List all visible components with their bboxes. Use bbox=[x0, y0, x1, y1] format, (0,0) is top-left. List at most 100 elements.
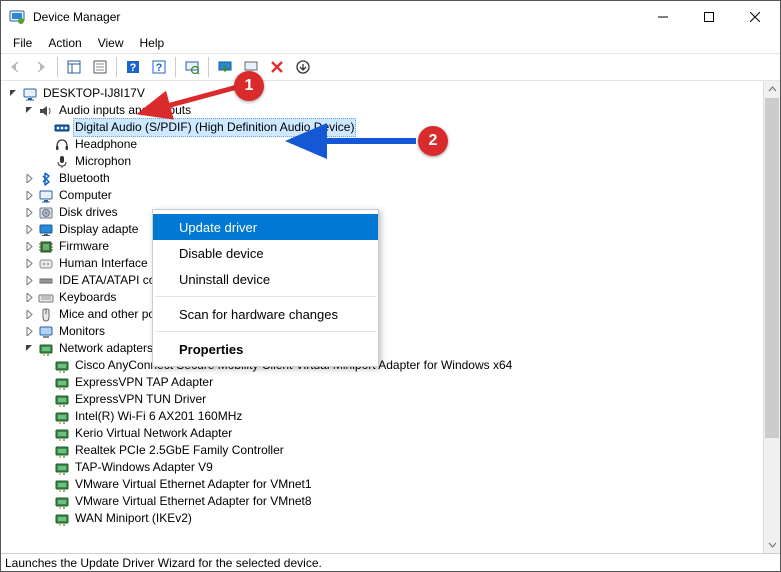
scroll-track[interactable] bbox=[764, 98, 780, 536]
tree-category-keyboards[interactable]: Keyboards bbox=[3, 289, 763, 306]
uninstall-button[interactable] bbox=[239, 55, 263, 79]
tree-category-network[interactable]: Network adapters bbox=[3, 340, 763, 357]
device-label: VMware Virtual Ethernet Adapter for VMne… bbox=[73, 493, 314, 510]
microphone-icon bbox=[53, 154, 71, 170]
twisty-closed-icon[interactable] bbox=[21, 208, 37, 217]
tree-item-net[interactable]: WAN Miniport (IKEv2) bbox=[3, 510, 763, 527]
twisty-open-icon[interactable] bbox=[21, 106, 37, 115]
twisty-closed-icon[interactable] bbox=[21, 242, 37, 251]
tree-item-digital-audio[interactable]: Digital Audio (S/PDIF) (High Definition … bbox=[3, 119, 763, 136]
device-label: Headphone bbox=[73, 136, 139, 153]
twisty-closed-icon[interactable] bbox=[21, 225, 37, 234]
device-label: Kerio Virtual Network Adapter bbox=[73, 425, 234, 442]
help2-button[interactable]: ? bbox=[147, 55, 171, 79]
tree-item-microphone[interactable]: Microphon bbox=[3, 153, 763, 170]
update-driver-button[interactable] bbox=[213, 55, 237, 79]
scroll-up-icon[interactable] bbox=[764, 81, 780, 98]
tree-category-firmware[interactable]: Firmware bbox=[3, 238, 763, 255]
menu-help[interactable]: Help bbox=[132, 34, 173, 52]
ctx-disable-device[interactable]: Disable device bbox=[153, 240, 378, 266]
scroll-down-icon[interactable] bbox=[764, 536, 780, 553]
device-label: Realtek PCIe 2.5GbE Family Controller bbox=[73, 442, 286, 459]
tree-category-audio[interactable]: Audio inputs and outputs bbox=[3, 102, 763, 119]
tree-item-net[interactable]: ExpressVPN TAP Adapter bbox=[3, 374, 763, 391]
ctx-update-driver[interactable]: Update driver bbox=[153, 214, 378, 240]
network-icon bbox=[53, 392, 71, 408]
client-area: DESKTOP-IJ8I17V Audio inputs and outputs… bbox=[1, 81, 780, 553]
keyboard-icon bbox=[37, 290, 55, 306]
scroll-thumb[interactable] bbox=[765, 98, 779, 438]
tree-category-ide[interactable]: IDE ATA/ATAPI controllers bbox=[3, 272, 763, 289]
enable-button[interactable] bbox=[291, 55, 315, 79]
scan-hardware-button[interactable] bbox=[180, 55, 204, 79]
category-label: Network adapters bbox=[57, 340, 155, 357]
tree-item-headphone[interactable]: Headphone bbox=[3, 136, 763, 153]
tree-item-net[interactable]: Intel(R) Wi-Fi 6 AX201 160MHz bbox=[3, 408, 763, 425]
display-icon bbox=[37, 222, 55, 238]
twisty-closed-icon[interactable] bbox=[21, 293, 37, 302]
twisty-open-icon[interactable] bbox=[21, 344, 37, 353]
device-label: TAP-Windows Adapter V9 bbox=[73, 459, 215, 476]
ctx-properties[interactable]: Properties bbox=[153, 336, 378, 362]
tree-category-mice[interactable]: Mice and other pointing devices bbox=[3, 306, 763, 323]
twisty-closed-icon[interactable] bbox=[21, 327, 37, 336]
twisty-closed-icon[interactable] bbox=[21, 259, 37, 268]
network-icon bbox=[53, 375, 71, 391]
tree-category-disk[interactable]: Disk drives bbox=[3, 204, 763, 221]
device-tree[interactable]: DESKTOP-IJ8I17V Audio inputs and outputs… bbox=[1, 81, 763, 553]
tree-item-net[interactable]: VMware Virtual Ethernet Adapter for VMne… bbox=[3, 493, 763, 510]
tree-category-bluetooth[interactable]: Bluetooth bbox=[3, 170, 763, 187]
tree-item-net[interactable]: Cisco AnyConnect Secure Mobility Client … bbox=[3, 357, 763, 374]
tree-item-net[interactable]: VMware Virtual Ethernet Adapter for VMne… bbox=[3, 476, 763, 493]
minimize-button[interactable] bbox=[640, 1, 686, 33]
device-label: ExpressVPN TAP Adapter bbox=[73, 374, 215, 391]
window-title: Device Manager bbox=[33, 10, 640, 24]
tree-root[interactable]: DESKTOP-IJ8I17V bbox=[3, 85, 763, 102]
close-button[interactable] bbox=[732, 1, 778, 33]
twisty-open-icon[interactable] bbox=[5, 89, 21, 98]
maximize-button[interactable] bbox=[686, 1, 732, 33]
forward-button[interactable] bbox=[29, 55, 53, 79]
menu-file[interactable]: File bbox=[5, 34, 40, 52]
twisty-closed-icon[interactable] bbox=[21, 191, 37, 200]
network-icon bbox=[53, 511, 71, 527]
toolbar-separator bbox=[175, 57, 176, 77]
ctx-scan-hardware[interactable]: Scan for hardware changes bbox=[153, 301, 378, 327]
tree-category-display[interactable]: Display adapte bbox=[3, 221, 763, 238]
menu-action[interactable]: Action bbox=[40, 34, 89, 52]
show-hide-tree-button[interactable] bbox=[62, 55, 86, 79]
properties-button[interactable] bbox=[88, 55, 112, 79]
tree-item-net[interactable]: TAP-Windows Adapter V9 bbox=[3, 459, 763, 476]
vertical-scrollbar[interactable] bbox=[763, 81, 780, 553]
device-manager-window: Device Manager File Action View Help ? ? bbox=[0, 0, 781, 572]
tree-item-net[interactable]: Realtek PCIe 2.5GbE Family Controller bbox=[3, 442, 763, 459]
tree-item-net[interactable]: Kerio Virtual Network Adapter bbox=[3, 425, 763, 442]
back-button[interactable] bbox=[3, 55, 27, 79]
ctx-separator bbox=[155, 296, 376, 297]
device-label: Intel(R) Wi-Fi 6 AX201 160MHz bbox=[73, 408, 244, 425]
menu-view[interactable]: View bbox=[90, 34, 132, 52]
device-label: WAN Miniport (IKEv2) bbox=[73, 510, 194, 527]
twisty-closed-icon[interactable] bbox=[21, 276, 37, 285]
chip-icon bbox=[37, 239, 55, 255]
monitor-icon bbox=[37, 324, 55, 340]
statusbar: Launches the Update Driver Wizard for th… bbox=[1, 553, 780, 571]
app-icon bbox=[9, 9, 25, 25]
ctx-uninstall-device[interactable]: Uninstall device bbox=[153, 266, 378, 292]
disable-button[interactable] bbox=[265, 55, 289, 79]
toolbar: ? ? bbox=[1, 53, 780, 81]
root-label: DESKTOP-IJ8I17V bbox=[41, 85, 147, 102]
tree-category-hid[interactable]: Human Interface Devices bbox=[3, 255, 763, 272]
twisty-closed-icon[interactable] bbox=[21, 174, 37, 183]
tree-category-monitors[interactable]: Monitors bbox=[3, 323, 763, 340]
network-icon bbox=[53, 426, 71, 442]
twisty-closed-icon[interactable] bbox=[21, 310, 37, 319]
tree-category-computer[interactable]: Computer bbox=[3, 187, 763, 204]
tree-item-net[interactable]: ExpressVPN TUN Driver bbox=[3, 391, 763, 408]
context-menu: Update driver Disable device Uninstall d… bbox=[152, 209, 379, 367]
help-button[interactable]: ? bbox=[121, 55, 145, 79]
ctx-label: Scan for hardware changes bbox=[179, 307, 338, 322]
speaker-icon bbox=[37, 103, 55, 119]
network-icon bbox=[37, 341, 55, 357]
mouse-icon bbox=[37, 307, 55, 323]
